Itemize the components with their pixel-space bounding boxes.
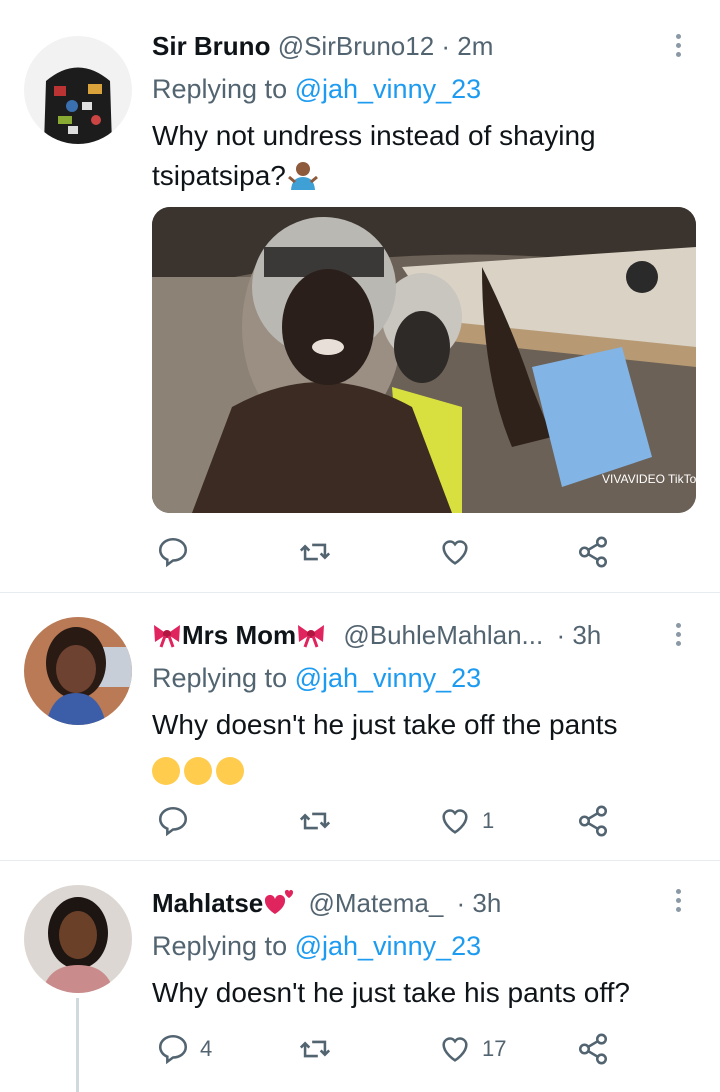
tweet-text: Why doesn't he just take his pants off? [152,977,630,1008]
share-button[interactable] [576,1029,610,1069]
replying-to: Replying to @jah_vinny_23 [152,663,482,693]
like-icon [442,809,468,834]
tweet-2[interactable]: Mrs Mom @BuhleMahlan... · 3h Replying to… [0,593,720,860]
timestamp[interactable]: · 3h [457,888,502,918]
avatar-sir-bruno[interactable] [24,36,132,144]
heart-emoji [265,889,294,914]
avatar-mahlatse[interactable] [24,885,132,993]
more-icon[interactable] [666,619,690,659]
handle[interactable]: @Matema_ [309,888,444,918]
like-button[interactable]: 17 [438,1029,506,1069]
laughing-emoji [216,757,244,785]
retweet-button[interactable] [298,801,342,841]
laughing-emoji [184,757,212,785]
more-icon[interactable] [666,885,690,925]
tweet-3[interactable]: Mahlatse @Matema_ · 3h Replying to @jah_… [0,861,720,1092]
display-name[interactable]: Mahlatse [152,888,263,918]
tweet-text: Why doesn't he just take off the pants [152,705,692,791]
action-bar [152,532,632,572]
bow-emoji [298,625,325,648]
action-bar: 1 [152,801,632,841]
bow-emoji [154,625,180,648]
share-icon [578,536,608,568]
like-button[interactable] [438,532,482,572]
video-watermark: VIVAVIDEO TikTok [602,472,696,486]
reply-button[interactable] [156,801,200,841]
reply-count: 4 [200,1036,213,1061]
like-count: 17 [482,1036,507,1061]
avatar-mrs-mom[interactable] [24,617,132,725]
replying-to: Replying to @jah_vinny_23 [152,931,482,961]
like-button[interactable]: 1 [438,801,494,841]
retweet-icon [299,543,331,561]
shrug-emoji [287,162,318,190]
tweet-header: Mrs Mom @BuhleMahlan... · 3h [152,619,601,651]
handle[interactable]: @SirBruno12 [278,31,434,61]
share-button[interactable] [576,532,610,572]
tweet-header: Mahlatse @Matema_ · 3h [152,887,501,919]
crying-emoji [152,757,180,785]
retweet-icon [299,812,331,830]
like-icon [442,1037,468,1062]
reply-icon [158,806,188,837]
share-button[interactable] [576,801,610,841]
replying-to-link[interactable]: @jah_vinny_23 [295,74,482,104]
retweet-button[interactable] [298,532,342,572]
thread-line [76,998,79,1092]
share-icon [578,805,608,837]
replying-to-link[interactable]: @jah_vinny_23 [295,663,482,693]
action-bar: 4 17 [152,1029,632,1069]
timestamp[interactable]: · 3h [556,620,601,650]
share-icon [578,1033,608,1065]
retweet-button[interactable] [298,1029,342,1069]
like-count: 1 [482,808,495,833]
tweet-header: Sir Bruno @SirBruno12 · 2m [152,30,493,62]
reply-button[interactable]: 4 [156,1029,212,1069]
reply-icon [158,1034,188,1065]
reply-icon [158,537,188,568]
more-icon[interactable] [666,30,690,70]
tweet-video[interactable]: VIVAVIDEO TikTok [152,207,696,513]
timestamp[interactable]: · 2m [441,31,493,61]
like-icon [442,540,468,565]
tweet-text: Why not undress instead of shaying tsipa… [152,120,596,191]
replying-to: Replying to @jah_vinny_23 [152,74,482,104]
display-name[interactable]: Mrs Mom [182,620,296,650]
reply-button[interactable] [156,532,200,572]
handle[interactable]: @BuhleMahlan... [343,620,543,650]
replying-to-link[interactable]: @jah_vinny_23 [295,931,482,961]
tweet-1[interactable]: Sir Bruno @SirBruno12 · 2m Replying to @… [0,0,720,592]
display-name[interactable]: Sir Bruno [152,31,270,61]
retweet-icon [299,1040,331,1058]
